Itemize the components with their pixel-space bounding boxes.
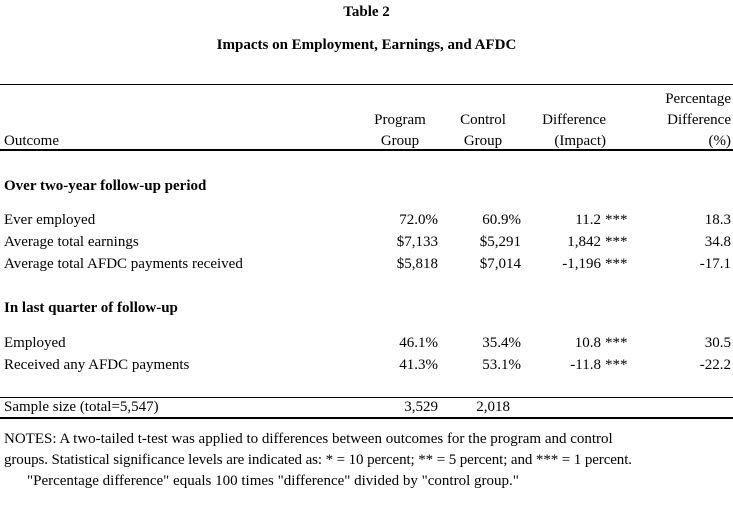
row-difference: -1,196 [562,256,601,272]
row-significance: *** [605,357,628,373]
table-number: Table 2 [343,4,390,20]
row-pct: 18.3 [704,212,731,228]
row-program: $5,818 [396,256,438,272]
sample-program: 3,529 [404,399,438,415]
top-rule [0,84,733,85]
row-difference: -11.8 [570,357,601,373]
section-label: In last quarter of follow-up [4,300,178,316]
sample-top-rule [0,397,733,398]
row-significance: *** [605,256,628,272]
bottom-rule [0,417,733,419]
row-pct: 30.5 [704,335,731,351]
row-program: 41.3% [399,357,438,373]
header-pct-1: Percentage [665,91,731,107]
row-control: $5,291 [479,234,521,250]
row-difference: 10.8 [574,335,601,351]
header-difference-1: Difference [542,112,606,128]
header-difference-2: (Impact) [554,133,606,149]
header-pct-3: (%) [708,133,732,149]
header-outcome: Outcome [4,133,59,149]
header-control-1: Control [460,112,506,128]
row-difference: 11.2 [575,212,601,228]
row-pct: -22.2 [699,357,731,373]
row-pct: 34.8 [704,234,731,250]
row-significance: *** [605,212,628,228]
sample-label: Sample size (total=5,547) [4,399,159,415]
table-title: Impacts on Employment, Earnings, and AFD… [216,37,517,53]
row-program: 72.0% [399,212,438,228]
header-pct-2: Difference [667,112,731,128]
row-outcome: Average total earnings [4,234,139,250]
row-program: $7,133 [396,234,438,250]
header-program-2: Group [380,133,420,149]
note-line-3: "Percentage difference" equals 100 times… [27,473,519,489]
row-control: 60.9% [482,212,521,228]
note-line-2: groups. Statistical significance levels … [4,452,632,468]
row-outcome: Received any AFDC payments [4,357,190,373]
header-rule [0,149,733,151]
row-control: 53.1% [482,357,521,373]
row-outcome: Employed [4,335,66,351]
row-outcome: Average total AFDC payments received [4,256,243,272]
note-line-1: NOTES: A two-tailed t-test was applied t… [4,431,613,447]
row-control: 35.4% [482,335,521,351]
row-program: 46.1% [399,335,438,351]
row-control: $7,014 [479,256,521,272]
row-difference: 1,842 [567,234,601,250]
sample-control: 2,018 [476,399,510,415]
row-significance: *** [605,234,628,250]
row-pct: -17.1 [699,256,731,272]
header-program-1: Program [374,112,426,128]
row-significance: *** [605,335,628,351]
row-outcome: Ever employed [4,212,96,228]
header-control-2: Group [463,133,503,149]
section-label: Over two-year follow-up period [4,178,207,194]
